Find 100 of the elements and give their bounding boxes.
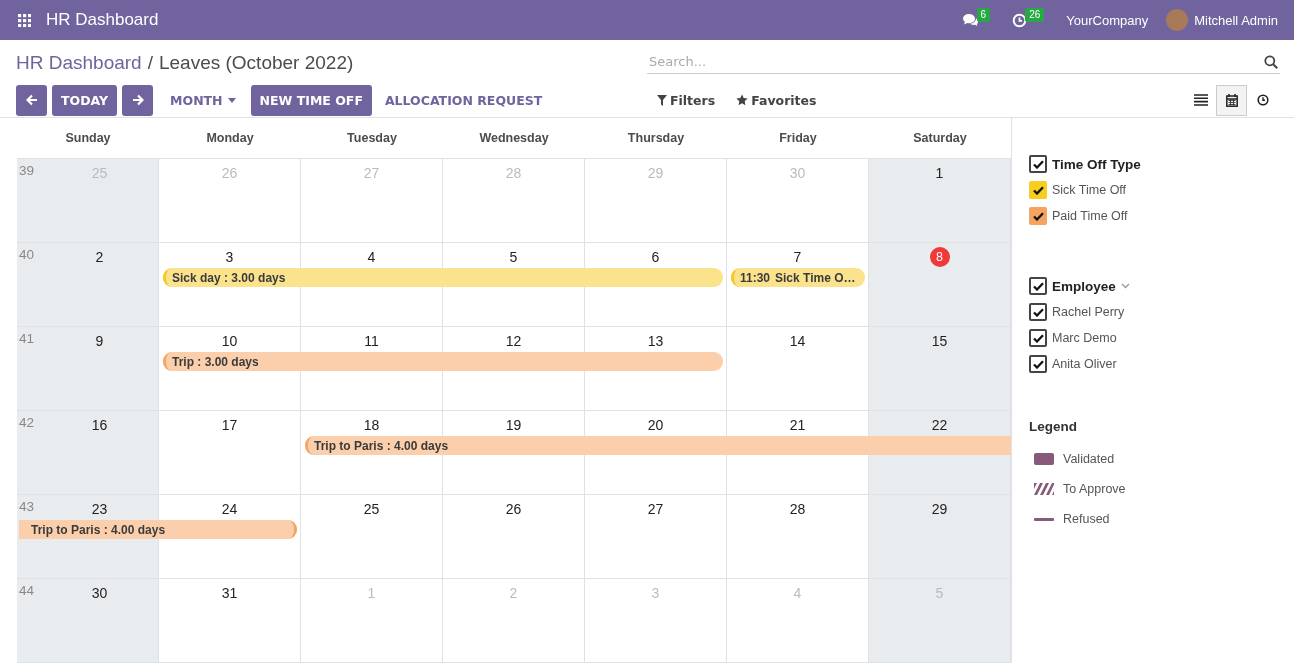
check-icon: [1032, 359, 1044, 369]
day-number: 9: [95, 332, 104, 351]
day-number: 26: [505, 500, 522, 519]
view-switch-button[interactable]: [1216, 84, 1247, 116]
day-number: 28: [789, 500, 806, 519]
filter-item-label: Anita Oliver: [1052, 357, 1117, 371]
checkbox[interactable]: [1029, 329, 1047, 347]
day-number: 24: [221, 500, 238, 519]
next-button[interactable]: [122, 84, 154, 116]
day-number: 2: [509, 584, 518, 603]
page-title: Leaves (October 2022): [158, 51, 354, 74]
search-icon[interactable]: [1264, 54, 1278, 69]
chevron-down-icon[interactable]: [1120, 283, 1130, 289]
action-button[interactable]: TODAY: [52, 84, 118, 116]
event-bar[interactable]: Sick day : 3.00 days: [163, 268, 723, 287]
day-number: 6: [651, 248, 660, 267]
checkbox[interactable]: [1029, 355, 1047, 373]
event-bar[interactable]: Trip to Paris : 4.00 days: [19, 520, 297, 539]
event-bar[interactable]: Trip : 3.00 days: [163, 352, 723, 371]
star-icon: [736, 94, 749, 107]
action-button[interactable]: NEW TIME OFF: [250, 84, 372, 116]
weekday-header: Thursday: [627, 131, 685, 145]
link-button[interactable]: ALLOCATION REQUEST: [376, 84, 551, 116]
check-icon: [1032, 185, 1044, 195]
weekday-header: Saturday: [913, 131, 967, 145]
weekday-header: Tuesday: [347, 131, 397, 145]
scale-dropdown[interactable]: MONTH: [162, 84, 244, 116]
breadcrumb-link[interactable]: HR Dashboard: [16, 51, 142, 74]
day-number: 1: [935, 164, 944, 183]
day-number: 25: [363, 500, 380, 519]
day-number: 4: [367, 248, 376, 267]
check-icon: [1032, 307, 1044, 317]
weekday-header: Monday: [206, 131, 254, 145]
day-number: 3: [651, 584, 660, 603]
day-number: 27: [363, 164, 380, 183]
day-number: 30: [789, 164, 806, 183]
message-count-badge: 6: [976, 8, 991, 22]
filter-icon: [657, 94, 667, 106]
day-number: 5: [509, 248, 518, 267]
apps-icon[interactable]: [18, 13, 31, 27]
legend-label: To Approve: [1063, 482, 1126, 496]
company-name[interactable]: YourCompany: [1066, 12, 1149, 28]
day-number: 16: [91, 416, 108, 435]
arrow-left-icon: [25, 94, 38, 107]
day-number: 1: [367, 584, 376, 603]
week-number: 41: [18, 330, 36, 346]
filter-group-title: Employee: [1052, 278, 1116, 294]
day-number: 29: [931, 500, 948, 519]
favorites-button[interactable]: Favorites: [728, 84, 825, 116]
day-number: 21: [789, 416, 806, 435]
day-number: 13: [647, 332, 664, 351]
day-number: 27: [647, 500, 664, 519]
day-number: 30: [91, 584, 108, 603]
event-bar[interactable]: 11:30 Sick Time O…: [731, 268, 865, 287]
legend-label: Validated: [1063, 452, 1115, 466]
clock-icon[interactable]: [1012, 12, 1028, 28]
week-number: 39: [18, 162, 36, 178]
filter-item-label: Rachel Perry: [1052, 305, 1125, 319]
legend-label: Refused: [1063, 512, 1110, 526]
day-number: 2: [95, 248, 104, 267]
filter-group-title: Time Off Type: [1052, 156, 1141, 172]
app-title[interactable]: HR Dashboard: [46, 10, 159, 30]
user-name[interactable]: Mitchell Admin: [1194, 12, 1278, 28]
day-number: 22: [931, 416, 948, 435]
search-field[interactable]: Search...: [647, 49, 1280, 74]
list-icon: [1193, 94, 1208, 107]
checkbox[interactable]: [1029, 277, 1047, 295]
day-number: 20: [647, 416, 664, 435]
checkbox[interactable]: [1029, 303, 1047, 321]
day-number: 14: [789, 332, 806, 351]
event-bar[interactable]: Trip to Paris : 4.00 days: [305, 436, 1011, 455]
weekday-header: Friday: [779, 131, 817, 145]
day-number: 31: [221, 584, 238, 603]
calendar-icon: [1225, 93, 1238, 107]
activity-count-badge: 26: [1025, 8, 1045, 22]
check-icon: [1032, 159, 1044, 169]
day-number: 19: [505, 416, 522, 435]
day-number: 23: [91, 500, 108, 519]
day-number: 12: [505, 332, 522, 351]
filter-item-label: Sick Time Off: [1052, 183, 1127, 197]
day-number: 10: [221, 332, 238, 351]
chat-icon[interactable]: [961, 13, 979, 27]
checkbox[interactable]: [1029, 155, 1047, 173]
day-number: 8: [929, 247, 950, 267]
day-number: 4: [793, 584, 802, 603]
arrow-right-icon: [131, 94, 144, 107]
week-number: 40: [18, 246, 36, 262]
day-number: 26: [221, 164, 238, 183]
checkbox[interactable]: [1029, 181, 1047, 199]
legend-title: Legend: [1029, 419, 1078, 434]
weekday-header: Sunday: [65, 131, 111, 145]
previous-button[interactable]: [16, 84, 47, 116]
filters-button[interactable]: Filters: [649, 84, 724, 116]
day-number: 7: [793, 248, 802, 267]
day-number: 29: [647, 164, 664, 183]
weekday-header: Wednesday: [479, 131, 549, 145]
check-icon: [1032, 333, 1044, 343]
day-number: 15: [931, 332, 948, 351]
week-number: 43: [18, 498, 36, 514]
checkbox[interactable]: [1029, 207, 1047, 225]
